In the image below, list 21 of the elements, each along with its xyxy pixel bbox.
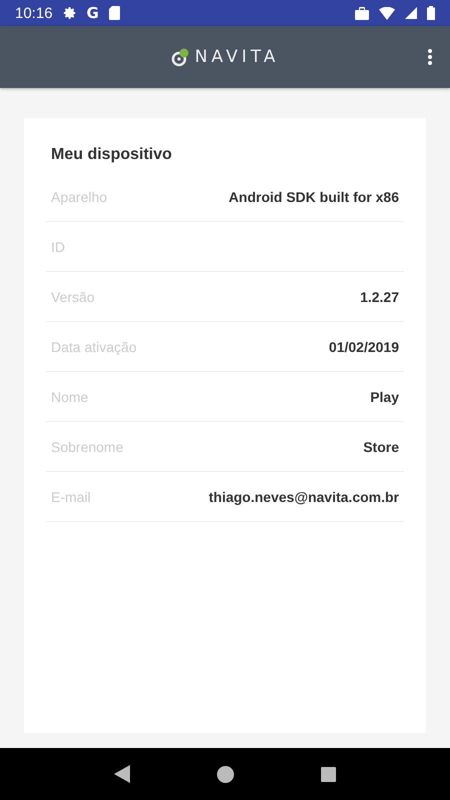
battery-icon: [427, 6, 435, 20]
briefcase-icon: [355, 6, 369, 20]
back-icon[interactable]: [114, 765, 130, 783]
field-value: thiago.neves@navita.com.br: [208, 488, 399, 504]
field-value: Store: [363, 438, 399, 454]
sd-card-icon: [108, 6, 120, 20]
field-value: Android SDK built for x86: [228, 188, 399, 204]
home-icon[interactable]: [216, 766, 234, 782]
google-glyph: G: [86, 4, 99, 22]
logo-text: NAVITA: [194, 47, 280, 67]
logo-icon: [170, 47, 191, 67]
field-value: 1.2.27: [360, 288, 399, 304]
wifi-icon: [379, 6, 395, 20]
signal-icon: [405, 7, 417, 19]
clock: 10:16: [15, 4, 53, 22]
card-title: Meu dispositivo: [50, 146, 173, 165]
more-menu-button[interactable]: [426, 47, 434, 67]
recents-icon[interactable]: [321, 766, 336, 782]
settings-icon: [62, 6, 77, 20]
field-value: 01/02/2019: [328, 338, 399, 354]
field-value: Play: [370, 388, 399, 404]
